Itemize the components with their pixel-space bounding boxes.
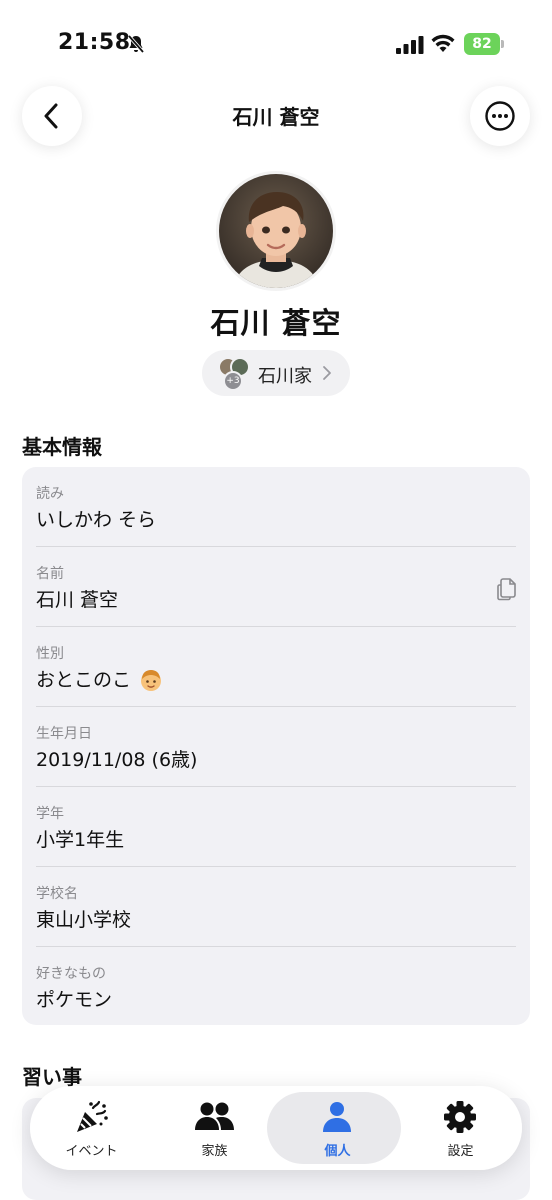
info-value-wrap: おとこのこ <box>36 665 163 692</box>
battery-level: 82 <box>464 33 500 55</box>
tab-label: 設定 <box>447 1144 474 1159</box>
info-value: 東山小学校 <box>36 909 132 931</box>
info-value: いしかわ そら <box>36 509 157 531</box>
tab-label: イベント <box>65 1144 118 1159</box>
family-name-label: 石川家 <box>258 366 312 387</box>
info-value: 2019/11/08 (6歳) <box>36 749 198 771</box>
info-value: おとこのこ <box>36 669 132 691</box>
tab-label: 家族 <box>201 1144 228 1159</box>
profile-avatar[interactable] <box>216 171 336 291</box>
bottom-tab-bar: イベント 家族 個人 設定 <box>30 1086 522 1170</box>
ellipsis-circle-icon <box>485 101 515 131</box>
info-label: 名前 <box>36 566 64 582</box>
info-row-birthday: 生年月日 2019/11/08 (6歳) <box>36 707 516 787</box>
wifi-icon <box>431 34 455 52</box>
party-popper-icon <box>77 1100 108 1132</box>
chevron-right-icon <box>323 366 331 380</box>
tab-settings[interactable]: 設定 <box>399 1086 522 1170</box>
section-title-basic-info: 基本情報 <box>22 435 102 459</box>
info-label: 学年 <box>36 806 64 822</box>
bell-muted-icon <box>127 34 145 54</box>
info-label: 生年月日 <box>36 726 92 742</box>
info-label: 学校名 <box>36 886 78 902</box>
status-time: 21:58 <box>58 30 131 55</box>
cellular-signal-icon <box>396 36 424 54</box>
info-row-favorites: 好きなもの ポケモン <box>36 947 516 1027</box>
status-bar: 21:58 82 <box>0 0 552 80</box>
info-row-reading: 読み いしかわ そら <box>36 467 516 547</box>
info-label: 読み <box>36 486 64 502</box>
people-icon <box>195 1102 234 1130</box>
family-member-avatars: +3 <box>218 357 250 391</box>
info-label: 性別 <box>36 646 64 662</box>
profile-name: 石川 蒼空 <box>210 306 342 340</box>
basic-info-card: 読み いしかわ そら 名前 石川 蒼空 性別 おとこのこ 生年月日 2019/1… <box>22 467 530 1025</box>
info-label: 好きなもの <box>36 966 106 982</box>
tab-label: 個人 <box>324 1144 351 1159</box>
info-value: 石川 蒼空 <box>36 589 119 611</box>
tab-events[interactable]: イベント <box>30 1086 153 1170</box>
more-options-button[interactable] <box>470 86 530 146</box>
battery-tip <box>501 40 504 48</box>
battery-indicator: 82 <box>464 33 506 55</box>
family-extra-count: +3 <box>223 371 243 391</box>
info-value: ポケモン <box>36 989 113 1011</box>
person-icon <box>323 1102 351 1132</box>
gear-icon <box>444 1101 476 1133</box>
tab-personal[interactable]: 個人 <box>276 1086 399 1170</box>
tab-family[interactable]: 家族 <box>153 1086 276 1170</box>
info-row-school: 学校名 東山小学校 <box>36 867 516 947</box>
info-row-grade: 学年 小学1年生 <box>36 787 516 867</box>
copy-icon[interactable] <box>496 577 518 601</box>
info-row-name: 名前 石川 蒼空 <box>36 547 516 627</box>
boy-emoji-icon <box>141 670 162 691</box>
info-row-gender: 性別 おとこのこ <box>36 627 516 707</box>
info-value: 小学1年生 <box>36 829 125 851</box>
child-photo <box>219 174 333 288</box>
